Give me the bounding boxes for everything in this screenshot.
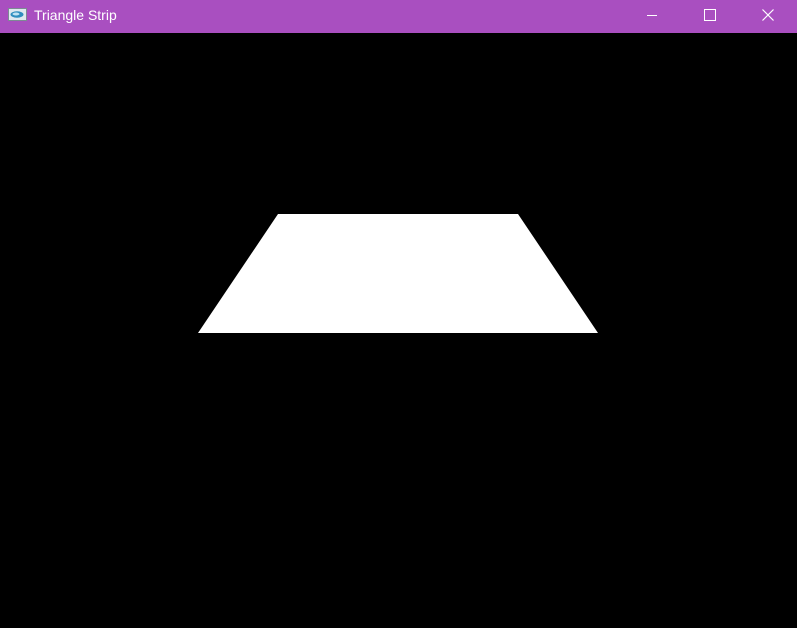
app-icon bbox=[8, 8, 27, 21]
application-window: Triangle Strip bbox=[0, 0, 797, 628]
render-canvas[interactable] bbox=[0, 33, 797, 628]
close-button[interactable] bbox=[739, 0, 797, 30]
window-controls bbox=[623, 0, 797, 30]
window-title: Triangle Strip bbox=[34, 7, 117, 23]
close-icon bbox=[762, 9, 774, 21]
minimize-button[interactable] bbox=[623, 0, 681, 30]
maximize-button[interactable] bbox=[681, 0, 739, 30]
maximize-icon bbox=[704, 9, 716, 21]
triangle-strip-shape bbox=[198, 214, 598, 333]
minimize-icon bbox=[646, 9, 658, 21]
title-bar[interactable]: Triangle Strip bbox=[0, 0, 797, 33]
